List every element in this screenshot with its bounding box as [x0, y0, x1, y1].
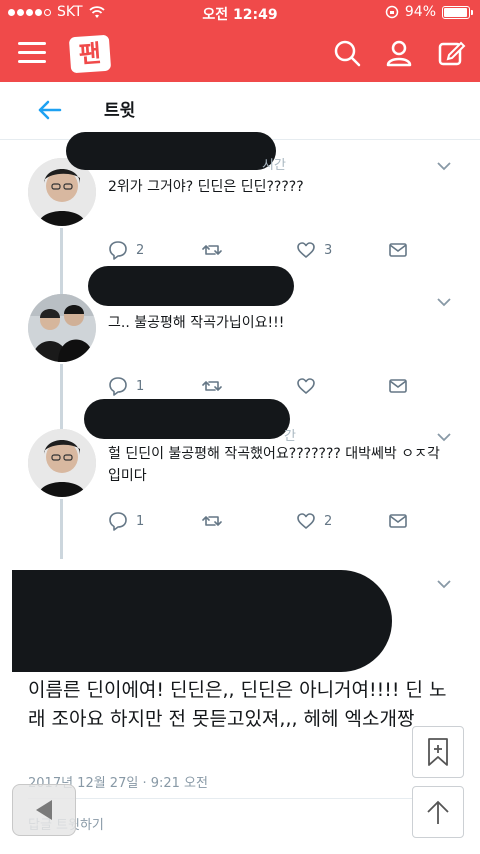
tweet-item[interactable]: 그.. 불공평해 작곡가닙이요!!! 1 [0, 266, 480, 409]
mail-icon [389, 514, 407, 528]
redacted-username [88, 266, 294, 306]
like-button[interactable]: 3 [296, 240, 332, 260]
retweet-icon [202, 381, 222, 391]
search-icon[interactable] [332, 38, 362, 68]
dm-button[interactable] [388, 240, 408, 260]
bookmark-button[interactable] [412, 726, 464, 778]
browser-back-button[interactable] [12, 784, 76, 836]
chevron-down-icon[interactable] [436, 576, 452, 592]
page-title: 트윗 [104, 101, 136, 121]
redacted-username [66, 132, 276, 170]
reply-icon [109, 241, 127, 260]
rotation-lock-icon [385, 5, 399, 19]
tweet-actions: 1 2 [108, 511, 418, 535]
like-count: 3 [324, 242, 333, 258]
reply-count: 1 [136, 513, 145, 529]
tweet-item[interactable]: 시간 2위가 그거야? 딘딘은 딘딘????? 2 3 [0, 132, 480, 273]
retweet-icon [202, 245, 222, 255]
mail-icon [389, 379, 407, 393]
back-arrow-icon[interactable] [36, 96, 64, 124]
compose-icon[interactable] [436, 38, 466, 68]
tweet-text: 그.. 불공평해 작곡가닙이요!!! [108, 315, 285, 331]
battery-percent: 94% [404, 4, 436, 20]
retweet-button[interactable] [202, 240, 230, 260]
app-logo[interactable]: 팬 [68, 34, 112, 74]
tweet-meta: 간 [284, 429, 296, 444]
dm-button[interactable] [388, 376, 408, 396]
heart-icon [297, 378, 315, 394]
divider [28, 798, 452, 799]
reply-icon [109, 512, 127, 531]
avatar[interactable] [28, 294, 96, 362]
thread-line [60, 405, 63, 431]
arrow-up-icon [427, 800, 449, 824]
tweet-meta: 시간 [262, 158, 286, 173]
chevron-down-icon[interactable] [436, 158, 452, 174]
redacted-username [84, 399, 290, 439]
redacted-author [12, 570, 392, 672]
chevron-down-icon[interactable] [436, 294, 452, 310]
tweet-actions: 2 3 [108, 240, 418, 264]
like-button[interactable] [296, 376, 324, 396]
dm-button[interactable] [388, 511, 408, 531]
heart-icon [297, 242, 315, 258]
reply-button[interactable]: 1 [108, 511, 144, 531]
avatar[interactable] [28, 429, 96, 497]
battery-icon [442, 5, 473, 19]
thread-line [60, 364, 63, 409]
main-tweet-text: 이름른 딘이에여! 딘딘은,, 딘딘은 아니거여!!!! 딘 노래 조아요 하지… [28, 679, 447, 730]
browser-back-icon [36, 800, 52, 820]
reply-button[interactable]: 1 [108, 376, 144, 396]
heart-icon [297, 513, 315, 529]
tweet-actions: 1 [108, 376, 418, 400]
tweet-item[interactable]: 간 헐 딘딘이 불공평해 작곡했어요??????? 대박쎄박 ㅇㅈ각입미다 1 … [0, 399, 480, 560]
thread-line [60, 228, 63, 273]
scroll-top-button[interactable] [412, 786, 464, 838]
reply-icon [109, 377, 127, 396]
reply-count: 2 [136, 242, 145, 258]
retweet-button[interactable] [202, 376, 230, 396]
like-button[interactable]: 2 [296, 511, 332, 531]
retweet-button[interactable] [202, 511, 230, 531]
mail-icon [389, 243, 407, 257]
retweet-icon [202, 516, 222, 526]
tweet-text: 헐 딘딘이 불공평해 작곡했어요??????? 대박쎄박 ㅇㅈ각입미다 [108, 446, 440, 484]
thread-line [60, 499, 63, 559]
status-bar: SKT 오전 12:49 94% [0, 0, 480, 26]
thread-line [60, 270, 63, 296]
tweet-text: 2위가 그거야? 딘딘은 딘딘????? [108, 179, 304, 195]
app-bar: 팬 [0, 26, 480, 82]
reply-count: 1 [136, 378, 145, 394]
menu-icon[interactable] [18, 42, 46, 66]
reply-button[interactable]: 2 [108, 240, 144, 260]
user-icon[interactable] [384, 38, 414, 68]
like-count: 2 [324, 513, 333, 529]
bookmark-add-icon [428, 738, 448, 766]
